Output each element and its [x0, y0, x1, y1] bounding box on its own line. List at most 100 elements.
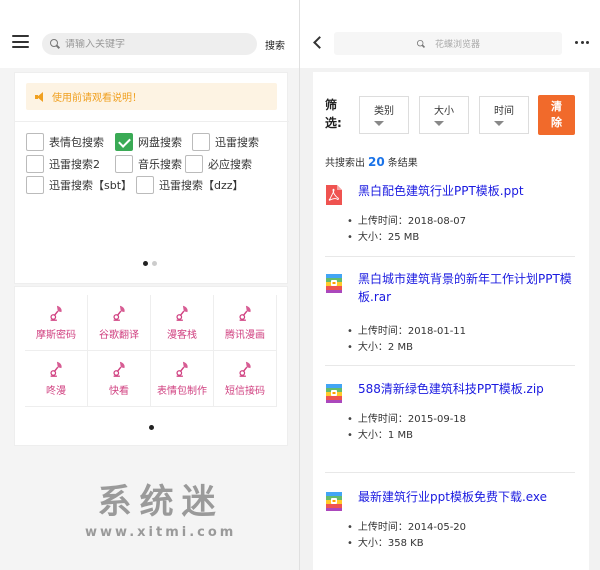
result-size: 大小：1 MB	[347, 426, 413, 441]
gramophone-icon	[239, 305, 251, 321]
option-checkbox[interactable]: 网盘搜索	[115, 133, 182, 151]
tool-label: 表情包制作	[157, 386, 207, 397]
result-upload-time: 上传时间：2015-09-18	[347, 410, 466, 425]
search-box[interactable]	[42, 33, 257, 55]
option-label: 必应搜索	[208, 158, 252, 171]
gramophone-icon	[50, 361, 62, 377]
back-arrow-icon[interactable]	[313, 36, 326, 49]
gramophone-icon	[113, 305, 125, 321]
result-size: 大小：25 MB	[347, 228, 419, 243]
option-checkbox[interactable]: 迅雷搜索	[192, 133, 259, 151]
tools-card: 摩斯密码 谷歌翻译 漫客栈 腾讯漫画咚漫 快看 表情包制作 短信接码	[14, 286, 288, 446]
result-title-link[interactable]: 黑白城市建筑背景的新年工作计划PPT模板.rar	[358, 270, 578, 306]
right-screen: 花蝶浏览器 筛选: 类别 大小 时间 清除 共搜索出 20 条结果 黑白配色建筑行业…	[300, 0, 600, 570]
result-upload-time: 上传时间：2018-08-07	[347, 212, 466, 227]
gramophone-icon	[176, 305, 188, 321]
checkbox-checked[interactable]	[115, 133, 133, 151]
select-label: 类别	[374, 106, 394, 117]
pager-dot-active[interactable]	[149, 425, 154, 430]
tool-item[interactable]: 漫客栈	[151, 295, 214, 351]
tool-label: 短信接码	[225, 386, 265, 397]
menu-icon[interactable]	[12, 35, 29, 48]
archive-file-icon	[326, 492, 342, 511]
tool-item[interactable]: 短信接码	[214, 351, 277, 407]
option-label: 表情包搜索	[49, 136, 104, 149]
tool-item[interactable]: 表情包制作	[151, 351, 214, 407]
archive-file-icon	[326, 274, 342, 293]
clear-button[interactable]: 清除	[538, 95, 575, 135]
caret-down-icon	[494, 121, 504, 126]
option-label: 音乐搜索	[138, 158, 182, 171]
notice-banner[interactable]: 使用前请观看说明！	[26, 83, 277, 110]
archive-file-icon	[326, 384, 342, 403]
pdf-file-icon	[326, 185, 342, 205]
tool-item[interactable]: 谷歌翻译	[88, 295, 151, 351]
count-value: 20	[368, 155, 385, 169]
tool-label: 腾讯漫画	[225, 330, 265, 341]
tool-label: 咚漫	[46, 386, 66, 397]
checkbox-unchecked[interactable]	[26, 133, 44, 151]
watermark: 系统迷 www.xitmi.com	[85, 474, 236, 540]
checkbox-unchecked[interactable]	[26, 155, 44, 173]
checkbox-unchecked[interactable]	[115, 155, 133, 173]
option-label: 迅雷搜索【dzz】	[159, 179, 244, 192]
pager-dots	[143, 261, 157, 266]
checkbox-unchecked[interactable]	[136, 176, 154, 194]
result-upload-time: 上传时间：2018-01-11	[347, 322, 466, 337]
left-screen: 搜索 使用前请观看说明！ 表情包搜索 网盘搜索 迅雷搜索迅雷搜索2 音乐搜索 必应搜索迅…	[0, 0, 300, 570]
result-upload-time: 上传时间：2014-05-20	[347, 518, 466, 533]
speaker-icon	[35, 91, 46, 102]
pager-dot[interactable]	[152, 261, 157, 266]
option-checkbox[interactable]: 迅雷搜索2	[26, 155, 100, 173]
search-icon	[50, 39, 60, 49]
count-suffix: 条结果	[387, 158, 418, 169]
gramophone-icon	[239, 361, 251, 377]
tool-label: 漫客栈	[167, 330, 197, 341]
result-title-link[interactable]: 588清新绿色建筑科技PPT模板.zip	[358, 380, 578, 398]
gramophone-icon	[50, 305, 62, 321]
tool-label: 摩斯密码	[36, 330, 76, 341]
option-checkbox[interactable]: 迅雷搜索【dzz】	[136, 176, 244, 194]
category-select[interactable]: 类别	[359, 96, 409, 134]
result-size: 大小：2 MB	[347, 338, 413, 353]
browser-header: 花蝶浏览器	[300, 0, 600, 68]
tools-grid: 摩斯密码 谷歌翻译 漫客栈 腾讯漫画咚漫 快看 表情包制作 短信接码	[25, 295, 277, 407]
tool-item[interactable]: 摩斯密码	[25, 295, 88, 351]
url-bar-text: 花蝶浏览器	[434, 40, 480, 50]
more-icon[interactable]	[575, 41, 589, 44]
search-button[interactable]: 搜索	[265, 37, 285, 52]
gramophone-icon	[113, 361, 125, 377]
option-checkbox[interactable]: 表情包搜索	[26, 133, 104, 151]
checkbox-unchecked[interactable]	[185, 155, 203, 173]
option-label: 迅雷搜索	[215, 136, 259, 149]
tool-item[interactable]: 快看	[88, 351, 151, 407]
tool-item[interactable]: 咚漫	[25, 351, 88, 407]
option-checkbox[interactable]: 迅雷搜索【sbt】	[26, 176, 132, 194]
count-prefix: 共搜索出	[325, 158, 365, 169]
tool-label: 快看	[109, 386, 129, 397]
checkbox-unchecked[interactable]	[26, 176, 44, 194]
result-divider	[325, 365, 575, 366]
pager-dot-active[interactable]	[143, 261, 148, 266]
url-bar[interactable]: 花蝶浏览器	[334, 32, 562, 55]
divider	[15, 121, 289, 122]
watermark-title: 系统迷	[97, 482, 224, 522]
size-select[interactable]: 大小	[419, 96, 469, 134]
result-divider	[325, 472, 575, 473]
caret-down-icon	[434, 121, 444, 126]
select-label: 时间	[494, 106, 514, 117]
checkbox-unchecked[interactable]	[192, 133, 210, 151]
notice-text: 使用前请观看说明！	[52, 93, 142, 104]
results-panel: 筛选: 类别 大小 时间 清除 共搜索出 20 条结果 黑白配色建筑行业PPT模板.…	[313, 72, 589, 570]
tool-item[interactable]: 腾讯漫画	[214, 295, 277, 351]
result-title-link[interactable]: 黑白配色建筑行业PPT模板.ppt	[358, 182, 578, 200]
caret-down-icon	[374, 121, 384, 126]
watermark-url: www.xitmi.com	[85, 525, 237, 540]
time-select[interactable]: 时间	[479, 96, 529, 134]
result-title-link[interactable]: 最新建筑行业ppt模板免费下载.exe	[358, 488, 578, 506]
search-input[interactable]	[65, 38, 245, 50]
option-checkbox[interactable]: 必应搜索	[185, 155, 252, 173]
left-header: 搜索	[0, 0, 299, 68]
option-checkbox[interactable]: 音乐搜索	[115, 155, 182, 173]
tool-label: 谷歌翻译	[99, 330, 139, 341]
